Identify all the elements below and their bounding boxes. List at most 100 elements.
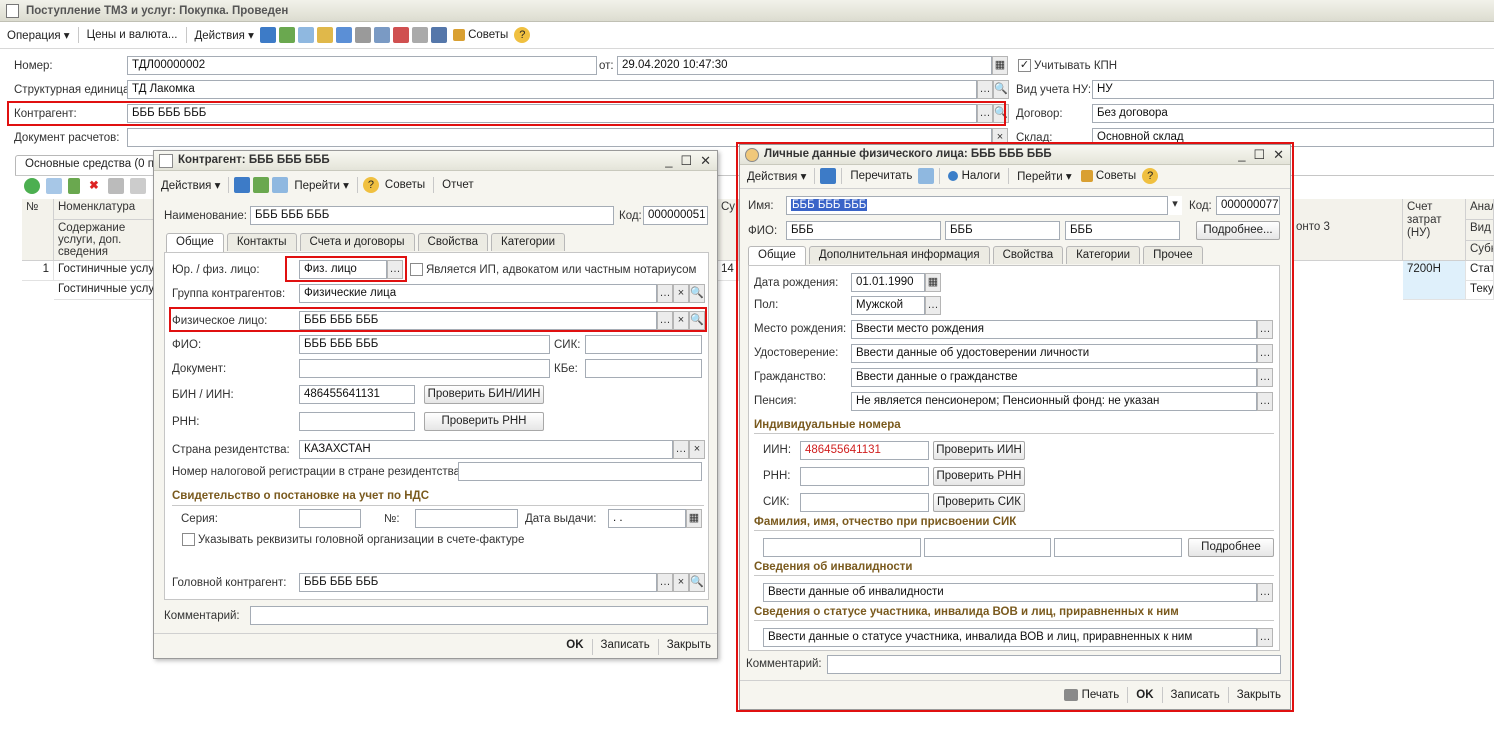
tab-assets[interactable]: Основные средства (0 по [15, 155, 155, 175]
unit-label: Структурная единица: [14, 84, 133, 96]
cp-taxreg-field[interactable] [458, 462, 702, 481]
end-edit-icon[interactable] [108, 178, 124, 194]
save-close-icon[interactable] [234, 177, 251, 193]
actions-label: Действия [194, 30, 245, 42]
unit-search-button[interactable]: 🔍 [993, 80, 1009, 99]
cp-series-field[interactable] [299, 509, 361, 528]
cp-report-button[interactable]: Отчет [439, 177, 477, 193]
copy-row-icon[interactable] [46, 178, 62, 194]
table-toolbar: ✖ [24, 178, 164, 196]
cp-goto-menu[interactable]: Перейти ▾ [291, 176, 352, 194]
person-window-highlight [736, 142, 1294, 712]
minimize-icon[interactable]: _ [665, 153, 672, 169]
report-icon[interactable] [411, 27, 428, 43]
date-field[interactable]: 29.04.2020 10:47:30 [617, 56, 992, 75]
number-label: Номер: [14, 60, 53, 72]
col-header-content: Содержание услуги, доп. сведения [54, 220, 154, 261]
cp-head-org-checkbox[interactable] [182, 533, 195, 546]
row-account: 7200Н [1403, 261, 1466, 300]
cp-comment-field[interactable] [250, 606, 708, 625]
maximize-icon[interactable]: ☐ [680, 153, 692, 169]
cp-tab-general[interactable]: Общие [166, 233, 224, 253]
cp-ok-button[interactable]: OK [566, 639, 583, 655]
cp-save-button[interactable]: Записать [601, 639, 650, 655]
cp-country-select-button[interactable]: … [673, 440, 689, 459]
cp-actions-label: Действия [161, 180, 212, 192]
kpn-checkbox[interactable]: ✓ [1018, 59, 1031, 72]
cp-group-search-button[interactable]: 🔍 [689, 284, 705, 303]
cp-actions-menu[interactable]: Действия ▾ [158, 176, 223, 194]
operation-menu[interactable]: Операция ▾ [4, 26, 73, 44]
help-icon[interactable]: ? [514, 27, 531, 43]
cp-bin-field[interactable]: 486455641131 [299, 385, 415, 404]
separator [591, 639, 593, 655]
prices-button[interactable]: Цены и валюта... [84, 27, 181, 43]
cp-head-field[interactable]: БББ БББ БББ [299, 573, 657, 592]
cp-sik-field[interactable] [585, 335, 702, 354]
cp-rnn-label: РНН: [172, 416, 200, 428]
post-icon[interactable] [259, 27, 276, 43]
cp-issue-field[interactable]: . . [608, 509, 686, 528]
cp-country-field[interactable]: КАЗАХСТАН [299, 440, 673, 459]
table-icon[interactable] [373, 27, 390, 43]
document-icon [6, 4, 19, 18]
cp-head-select-button[interactable]: … [657, 573, 673, 592]
copy-icon[interactable] [297, 27, 314, 43]
cp-tab-contacts[interactable]: Контакты [226, 233, 297, 251]
help-icon[interactable]: ? [362, 177, 379, 193]
separator [657, 639, 659, 655]
calendar-button[interactable]: ▦ [992, 56, 1008, 75]
cp-tab-categories[interactable]: Категории [491, 233, 565, 251]
row-nomenclature: Гостиничные услуги [54, 261, 154, 281]
nu-field[interactable]: НУ [1092, 80, 1494, 99]
separator [228, 177, 230, 193]
close-icon[interactable]: ✕ [700, 153, 711, 169]
cp-ip-checkbox[interactable] [410, 263, 423, 276]
cp-group-clear-button[interactable]: × [673, 284, 689, 303]
check-bin-button[interactable]: Проверить БИН/ИИН [424, 385, 544, 404]
cp-tab-properties[interactable]: Свойства [417, 233, 489, 251]
delete-row-icon[interactable]: ✖ [86, 178, 102, 194]
copy-icon[interactable] [272, 177, 289, 193]
cp-no-field[interactable] [415, 509, 518, 528]
cp-comment-label: Комментарий: [164, 610, 240, 622]
cp-advice-button[interactable]: Советы [382, 177, 428, 193]
col-header-num: № [22, 199, 54, 261]
cp-group-select-button[interactable]: … [657, 284, 673, 303]
dt-kt-icon[interactable] [392, 27, 409, 43]
cp-group-field[interactable]: Физические лица [299, 284, 657, 303]
cp-country-clear-button[interactable]: × [689, 440, 705, 459]
cp-head-search-button[interactable]: 🔍 [689, 573, 705, 592]
unit-field[interactable]: ТД Лакомка [127, 80, 977, 99]
cp-doc-field[interactable] [299, 359, 550, 378]
main-toolbar: Операция ▾ Цены и валюта... Действия ▾ С… [0, 23, 1494, 47]
contract-field[interactable]: Без договора [1092, 104, 1494, 123]
cp-issue-calendar-button[interactable]: ▦ [686, 509, 702, 528]
add-row-icon[interactable] [24, 178, 40, 194]
refresh-icon[interactable] [253, 177, 270, 193]
move-up-icon[interactable] [130, 178, 146, 194]
cp-code-field[interactable]: 000000051 [643, 206, 708, 225]
cp-name-field[interactable]: БББ БББ БББ [250, 206, 614, 225]
operation-label: Операция [7, 30, 61, 42]
goto-icon[interactable] [335, 27, 352, 43]
cp-fio-field[interactable]: БББ БББ БББ [299, 335, 550, 354]
structure-icon[interactable] [316, 27, 333, 43]
text-format-icon[interactable] [430, 27, 447, 43]
unit-select-button[interactable]: … [977, 80, 993, 99]
cp-tab-accounts[interactable]: Счета и договоры [299, 233, 415, 251]
cp-rnn-field[interactable] [299, 412, 415, 431]
refresh-icon[interactable] [278, 27, 295, 43]
edit-row-icon[interactable] [68, 178, 80, 194]
cp-kbe-field[interactable] [585, 359, 702, 378]
cp-head-clear-button[interactable]: × [673, 573, 689, 592]
number-field[interactable]: ТДЛ00000002 [127, 56, 597, 75]
list-icon[interactable] [354, 27, 371, 43]
col-header-account: Счет затрат (НУ) [1403, 199, 1466, 261]
cp-close-button[interactable]: Закрыть [667, 639, 711, 655]
cp-name-label: Наименование: [164, 210, 247, 222]
check-rnn-button[interactable]: Проверить РНН [424, 412, 544, 431]
actions-menu[interactable]: Действия ▾ [192, 26, 257, 44]
advice-button[interactable]: Советы [450, 27, 511, 43]
cp-code-label: Код: [619, 210, 642, 222]
